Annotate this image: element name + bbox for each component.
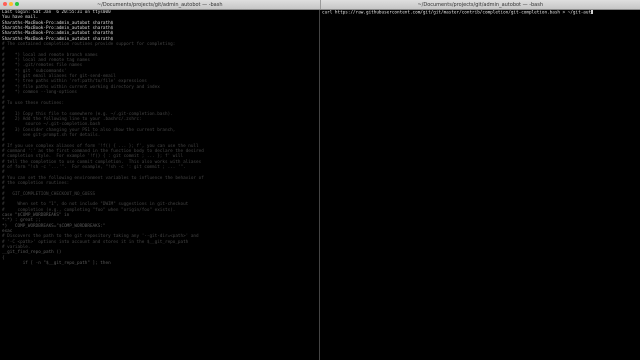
close-button[interactable] — [3, 2, 7, 6]
window-title-right[interactable]: ~/Documents/projects/git/admin_autobot —… — [320, 0, 640, 9]
zoom-button[interactable] — [15, 2, 19, 6]
title-bar: ~/Documents/projects/git/admin_autobot —… — [0, 0, 640, 10]
terminal-right[interactable]: curl https://raw.githubusercontent.com/g… — [320, 10, 639, 360]
window-title-text: ~/Documents/projects/git/admin_autobot —… — [96, 1, 223, 8]
terminal-line: curl https://raw.githubusercontent.com/g… — [322, 10, 594, 16]
window-title-left[interactable]: ~/Documents/projects/git/admin_autobot —… — [0, 0, 321, 9]
window-title-text: ~/Documents/projects/git/admin_autobot —… — [417, 1, 544, 8]
text-cursor — [591, 10, 594, 14]
terminal-line: if [ -n "$__git_repo_path" ]; then — [2, 261, 111, 267]
traffic-lights — [3, 2, 19, 6]
minimize-button[interactable] — [9, 2, 13, 6]
terminal-left[interactable]: Last login: Sat Jan 6 20:55:31 on ttys00… — [0, 10, 319, 360]
